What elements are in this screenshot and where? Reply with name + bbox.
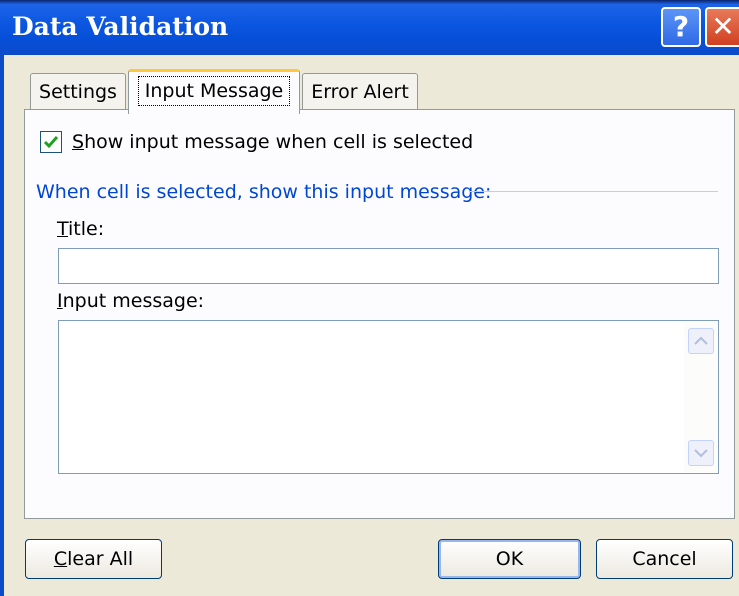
input-message-group-label: When cell is selected, show this input m… bbox=[36, 181, 502, 203]
show-input-message-label: Show input message when cell is selected bbox=[72, 131, 474, 153]
close-button[interactable]: ✕ bbox=[705, 7, 739, 47]
title-input[interactable] bbox=[58, 248, 719, 284]
data-validation-dialog: Data Validation ? ✕ Settings Input Messa… bbox=[0, 0, 739, 596]
group-divider bbox=[470, 191, 718, 192]
help-button[interactable]: ? bbox=[661, 7, 701, 47]
tab-settings[interactable]: Settings bbox=[30, 73, 126, 110]
dialog-title: Data Validation bbox=[12, 12, 229, 41]
title-bar[interactable]: Data Validation ? ✕ bbox=[0, 0, 739, 55]
show-input-message-checkbox[interactable] bbox=[40, 131, 62, 153]
scroll-up-button[interactable] bbox=[688, 328, 714, 354]
close-icon: ✕ bbox=[711, 10, 735, 43]
ok-button[interactable]: OK bbox=[438, 539, 581, 579]
vertical-scrollbar[interactable] bbox=[684, 322, 717, 472]
title-label: Title: bbox=[57, 218, 105, 240]
input-message-textarea[interactable] bbox=[58, 320, 719, 474]
scroll-down-button[interactable] bbox=[688, 440, 714, 466]
tab-error-alert[interactable]: Error Alert bbox=[302, 73, 418, 110]
tab-input-message[interactable]: Input Message bbox=[128, 69, 300, 114]
cancel-button[interactable]: Cancel bbox=[596, 539, 733, 579]
help-icon: ? bbox=[672, 10, 690, 43]
show-input-message-option[interactable]: Show input message when cell is selected bbox=[40, 131, 473, 153]
input-message-label: Input message: bbox=[57, 290, 205, 312]
checkmark-icon bbox=[43, 136, 59, 149]
clear-all-button[interactable]: Clear All bbox=[25, 539, 162, 579]
scroll-up-arrow-icon bbox=[694, 336, 708, 345]
scroll-down-arrow-icon bbox=[694, 449, 708, 458]
tab-input-message-label: Input Message bbox=[137, 76, 291, 106]
